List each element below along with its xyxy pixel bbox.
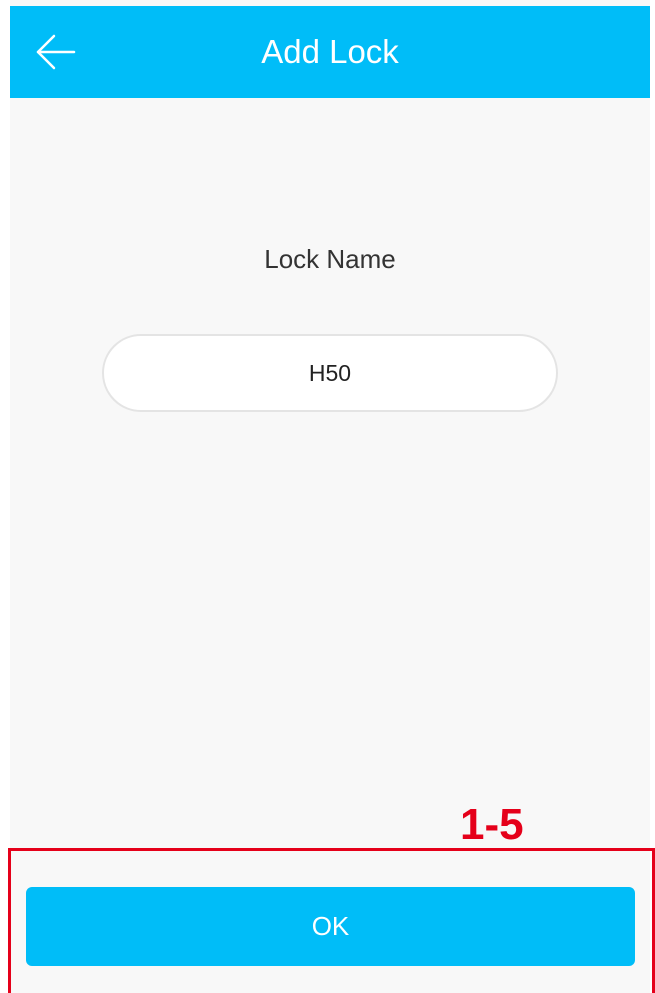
- lock-name-label: Lock Name: [264, 244, 396, 274]
- top-app-bar: Add Lock: [10, 6, 650, 98]
- arrow-left-icon: [36, 34, 76, 70]
- lock-name-input[interactable]: [102, 334, 558, 412]
- ok-button[interactable]: OK: [26, 887, 635, 966]
- page-title: Add Lock: [261, 33, 399, 70]
- step-annotation: 1-5: [460, 800, 524, 849]
- back-button[interactable]: [32, 28, 80, 76]
